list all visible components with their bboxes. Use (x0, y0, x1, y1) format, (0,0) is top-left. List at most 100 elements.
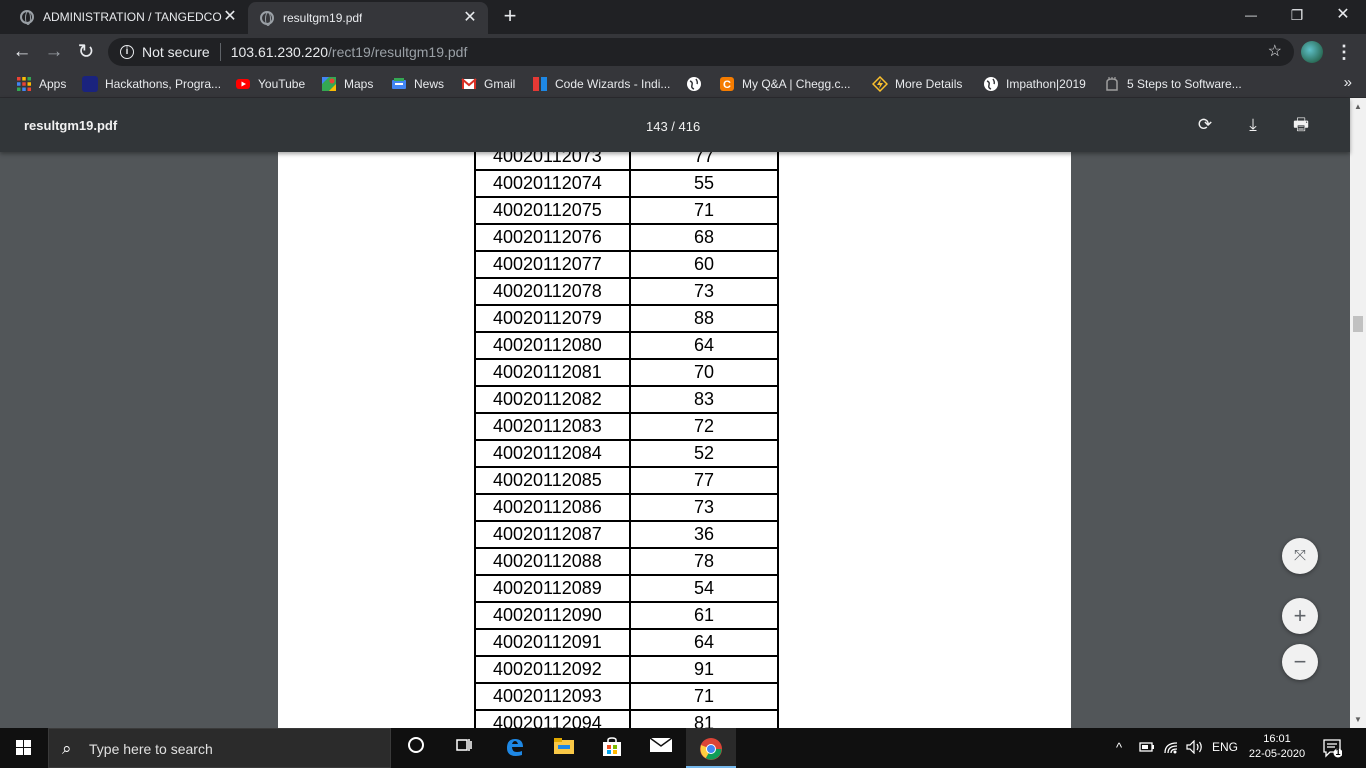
table-row: 40020112085 77 (474, 466, 779, 495)
mark-cell: 77 (629, 466, 779, 495)
fit-to-page-button[interactable]: ⤧ (1282, 538, 1318, 574)
clock[interactable]: 16:01 22-05-2020 (1248, 732, 1306, 762)
volume-icon[interactable] (1186, 739, 1204, 757)
battery-icon[interactable] (1139, 740, 1155, 757)
mail-icon[interactable] (649, 736, 673, 760)
bookmark-hackathons[interactable]: Hackathons, Progra... (82, 75, 221, 93)
forward-button[interactable]: → (40, 38, 68, 66)
download-icon[interactable]: ⤓ (1241, 113, 1265, 137)
show-hidden-icons[interactable]: ^ (1116, 740, 1122, 755)
mark-cell: 68 (629, 223, 779, 252)
bookmark-youtube[interactable]: YouTube (235, 75, 305, 93)
zoom-in-button[interactable]: + (1282, 598, 1318, 634)
mark-cell: 60 (629, 250, 779, 279)
results-table: 40020112073 77 40020112074 55 40020112075 71 4… (474, 152, 779, 728)
rotate-icon[interactable]: ⟳ (1193, 113, 1217, 137)
restore-button[interactable]: ❐ (1274, 0, 1320, 30)
apps-grid-icon (17, 77, 31, 91)
register-number-cell: 40020112074 (474, 169, 631, 198)
code-wizards-icon (533, 77, 547, 91)
windows-start-icon[interactable] (16, 740, 32, 756)
globe-icon (260, 11, 274, 26)
tab-close-icon[interactable]: ✕ (222, 9, 238, 25)
url-path[interactable]: /rect19/resultgm19.pdf (328, 44, 467, 60)
page-indicator[interactable]: 143 / 416 (646, 119, 700, 134)
scroll-up-icon[interactable]: ▲ (1353, 102, 1363, 111)
table-row: 40020112073 77 (474, 152, 779, 171)
back-button[interactable]: ← (8, 38, 36, 66)
mark-cell: 88 (629, 304, 779, 333)
tab-close-icon[interactable]: ✕ (462, 10, 478, 26)
security-label[interactable]: Not secure (142, 44, 210, 60)
clock-time: 16:01 (1263, 733, 1291, 745)
bookmark-label: Hackathons, Progra... (105, 77, 222, 91)
zoom-out-button[interactable]: − (1282, 644, 1318, 680)
bookmark-chegg[interactable]: C My Q&A | Chegg.c... (719, 75, 851, 93)
table-row: 40020112087 36 (474, 520, 779, 549)
taskbar-search[interactable]: ⌕ Type here to search (48, 728, 391, 768)
table-row: 40020112080 64 (474, 331, 779, 360)
print-icon[interactable]: 🖶 (1289, 113, 1313, 137)
close-window-button[interactable]: ✕ (1320, 0, 1366, 30)
language-indicator[interactable]: ENG (1212, 740, 1238, 754)
register-number-cell: 40020112091 (474, 628, 631, 657)
globe-icon (20, 10, 34, 25)
bookmark-globe[interactable] (686, 75, 709, 93)
bookmark-code-wizards[interactable]: Code Wizards - Indi... (532, 75, 670, 93)
bookmarks-overflow-icon[interactable]: » (1344, 74, 1352, 91)
bookmark-5-steps[interactable]: 5 Steps to Software... (1104, 75, 1242, 93)
store-icon[interactable] (600, 736, 624, 760)
minimize-button[interactable]: — (1228, 0, 1274, 30)
bookmark-apps[interactable]: Apps (16, 75, 66, 93)
menu-icon[interactable]: ⋮ (1334, 42, 1354, 62)
globe-icon (687, 77, 701, 91)
table-row: 40020112079 88 (474, 304, 779, 333)
register-number-cell: 40020112080 (474, 331, 631, 360)
bookmark-label: 5 Steps to Software... (1127, 77, 1242, 91)
bookmark-gmail[interactable]: Gmail (461, 75, 515, 93)
register-number-cell: 40020112093 (474, 682, 631, 711)
mark-cell: 55 (629, 169, 779, 198)
mark-cell: 54 (629, 574, 779, 603)
gmail-icon (461, 78, 477, 89)
tab-resultgm19[interactable]: resultgm19.pdf ✕ (248, 2, 488, 34)
vertical-scrollbar[interactable]: ▲ ▼ (1350, 98, 1366, 728)
info-icon[interactable]: i (120, 45, 134, 59)
cortana-icon[interactable] (404, 736, 428, 760)
table-row: 40020112093 71 (474, 682, 779, 711)
pdf-page[interactable]: 40020112073 77 40020112074 55 40020112075 71 4… (278, 152, 1071, 728)
url-host[interactable]: 103.61.230.220 (231, 44, 328, 60)
new-tab-button[interactable]: + (498, 5, 522, 29)
table-row: 40020112078 73 (474, 277, 779, 306)
address-bar[interactable]: i Not secure 103.61.230.220 /rect19/resu… (108, 38, 1294, 66)
tab-administration[interactable]: ADMINISTRATION / TANGEDCO ✕ (0, 0, 248, 34)
wifi-icon[interactable] (1163, 740, 1179, 757)
action-center-icon[interactable]: 1 (1322, 738, 1343, 758)
chegg-icon: C (720, 77, 734, 91)
scrollbar-thumb[interactable] (1353, 316, 1363, 332)
mark-cell: 77 (629, 152, 779, 171)
bookmark-label: Maps (344, 77, 374, 91)
file-explorer-icon[interactable] (552, 736, 576, 760)
profile-avatar[interactable] (1301, 41, 1323, 63)
reload-button[interactable]: ↻ (72, 38, 100, 66)
bookmark-label: Code Wizards - Indi... (555, 77, 671, 91)
pdf-toolbar: resultgm19.pdf 143 / 416 ⟳ ⤓ 🖶 (0, 98, 1350, 152)
scroll-down-icon[interactable]: ▼ (1353, 715, 1363, 724)
edge-icon[interactable] (503, 736, 527, 760)
table-row: 40020112094 81 (474, 709, 779, 728)
bookmark-label: YouTube (258, 77, 306, 91)
mark-cell: 81 (629, 709, 779, 728)
bookmark-maps[interactable]: Maps (321, 75, 373, 93)
bookmark-news[interactable]: News (391, 75, 444, 93)
bookmark-label: My Q&A | Chegg.c... (742, 77, 851, 91)
table-row: 40020112086 73 (474, 493, 779, 522)
bookmark-star-icon[interactable]: ☆ (1268, 41, 1282, 61)
bookmark-more-details[interactable]: More Details (872, 75, 962, 93)
bookmark-impathon[interactable]: Impathon|2019 (983, 75, 1086, 93)
register-number-cell: 40020112083 (474, 412, 631, 441)
register-number-cell: 40020112077 (474, 250, 631, 279)
chrome-taskbar-button[interactable] (686, 728, 736, 768)
task-view-icon[interactable] (452, 736, 476, 760)
search-placeholder[interactable]: Type here to search (89, 741, 213, 757)
